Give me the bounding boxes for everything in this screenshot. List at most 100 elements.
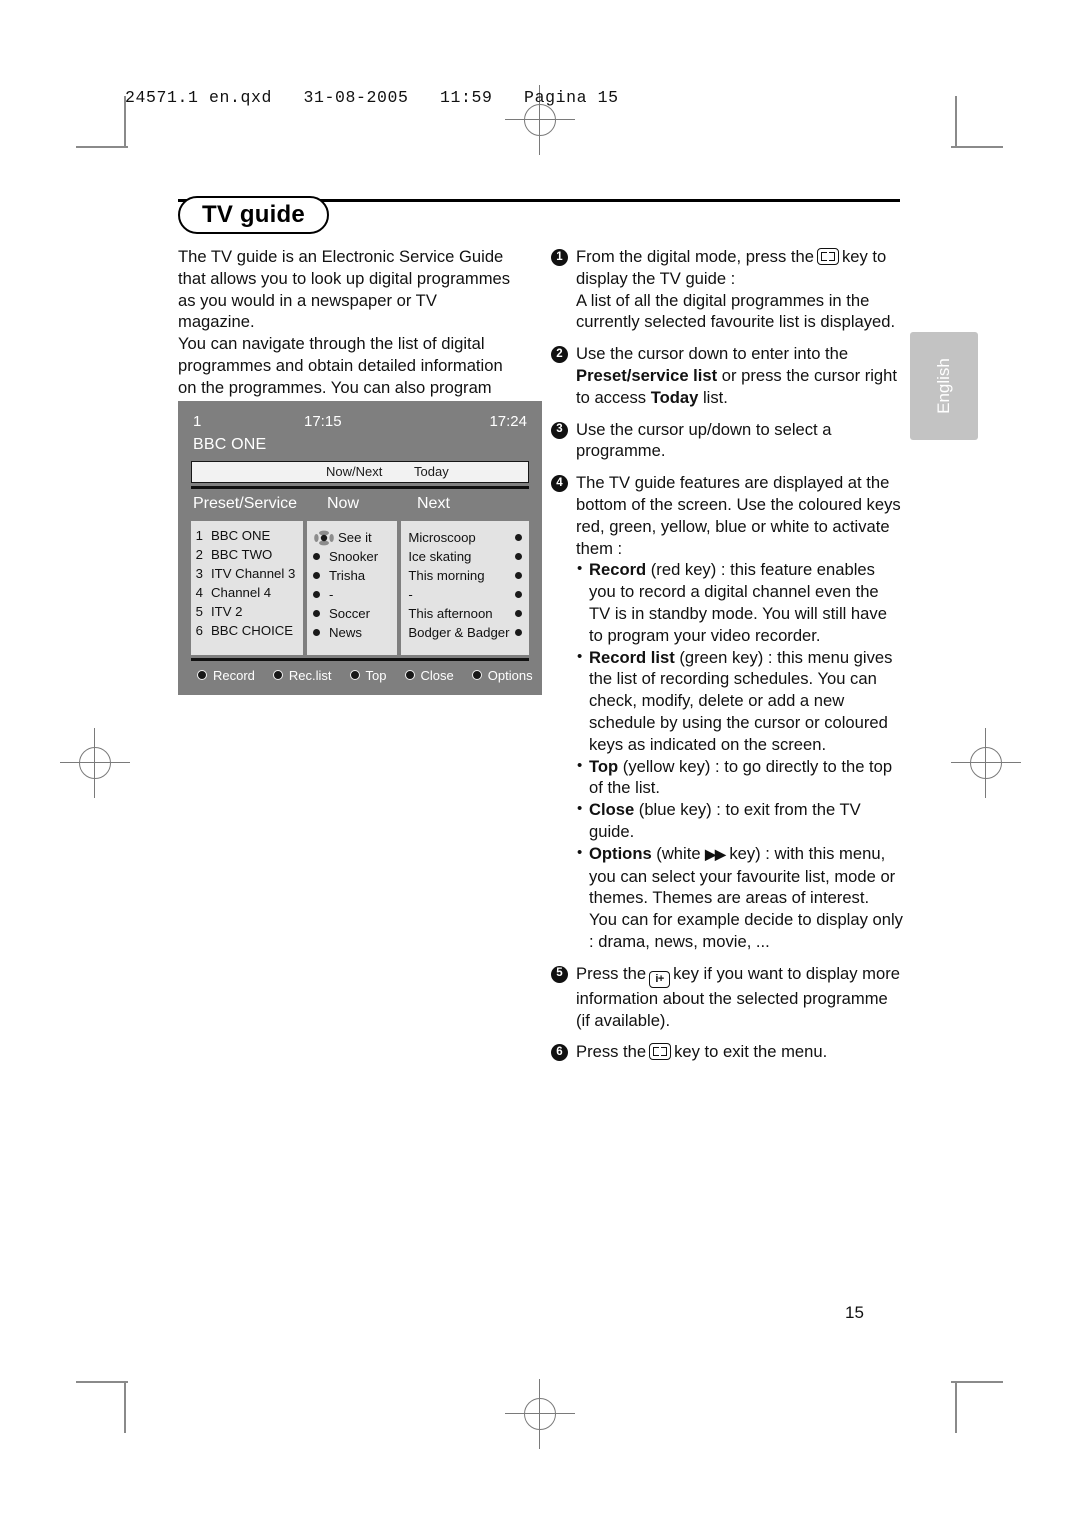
page-number: 15 (845, 1303, 864, 1322)
colour-key-label: Top (365, 667, 387, 683)
list-item[interactable]: This morning (401, 566, 529, 585)
list-item[interactable]: Ice skating (401, 547, 529, 566)
table-row[interactable]: 4 Channel 4 (191, 585, 303, 604)
tab-now-next[interactable]: Now/Next (326, 464, 382, 479)
now-programme: - (328, 587, 334, 602)
dot-icon (312, 591, 320, 598)
now-column: See it Snooker Trisha - Soccer News (306, 521, 398, 655)
colour-key-rec-list[interactable]: Rec.list (272, 667, 332, 683)
tv-guide-time-start: 17:15 (304, 413, 342, 430)
step-body: Press the i+ key if you want to display mo… (576, 963, 903, 1032)
bullet-record: Record (red key) : this feature enables … (576, 558, 903, 646)
step-2-bold-today: Today (650, 387, 699, 407)
rec-list-key-dot-icon (272, 670, 283, 680)
table-row[interactable]: 6 BBC CHOICE (191, 623, 303, 642)
step-2-post: list. (698, 387, 728, 407)
tv-guide-tab-underline (191, 486, 529, 489)
info-key-icon: i+ (649, 970, 671, 988)
step-5: 5 Press the i+ key if you want to display … (551, 963, 903, 1032)
list-item[interactable]: News (307, 623, 397, 642)
list-item[interactable]: Snooker (307, 547, 397, 566)
colour-key-label: Options (487, 667, 533, 683)
intro-paragraph-1: The TV guide is an Electronic Service Gu… (178, 247, 511, 332)
list-item[interactable]: This afternoon (401, 604, 529, 623)
list-item[interactable]: - (401, 585, 529, 604)
colour-key-top[interactable]: Top (349, 667, 387, 683)
next-programme: This afternoon (408, 606, 493, 621)
bullet-top-text: (yellow key) : to go directly to the top… (589, 756, 893, 798)
step-2: 2 Use the cursor down to enter into the … (551, 343, 903, 408)
dot-icon (515, 572, 522, 579)
list-item[interactable]: Microscoop (401, 528, 529, 547)
dot-icon (515, 591, 522, 598)
step-body: Use the cursor down to enter into the Pr… (576, 343, 903, 408)
coloured-key-bullets: Record (red key) : this feature enables … (576, 558, 903, 953)
tv-guide-tab-bar[interactable]: Now/Next Today (191, 461, 529, 483)
list-item[interactable]: Soccer (307, 604, 397, 623)
step-number-badge: 5 (551, 965, 568, 983)
now-programme: Soccer (328, 606, 371, 621)
table-row[interactable]: 1 BBC ONE (191, 528, 303, 547)
bullet-options: Options (white ▶▶ key) : with this menu,… (576, 842, 903, 953)
close-key-dot-icon (404, 670, 415, 680)
preset-number: 3 (195, 566, 203, 581)
tv-guide-channel-name: BBC ONE (193, 436, 267, 453)
language-tab: English (910, 332, 978, 440)
step-4-lead: The TV guide features are displayed at t… (576, 473, 901, 558)
step-number-badge: 1 (551, 249, 568, 266)
list-item[interactable]: See it (307, 528, 397, 547)
table-row[interactable]: 2 BBC TWO (191, 547, 303, 566)
preset-number: 2 (195, 547, 203, 562)
preset-number: 4 (195, 585, 203, 600)
tv-guide-screen: 1 17:15 17:24 BBC ONE Now/Next Today Pre… (178, 401, 542, 695)
tab-today[interactable]: Today (414, 464, 449, 479)
colour-key-close[interactable]: Close (404, 667, 454, 683)
next-programme: Bodger & Badger (408, 625, 510, 640)
step-1-line-b: A list of all the digital programmes in … (576, 290, 896, 332)
tv-guide-key-icon (816, 248, 839, 265)
step-6-post: key to exit the menu. (674, 1042, 828, 1062)
bullet-top-label: Top (589, 756, 619, 776)
bullet-record-list: Record list (green key) : this menu give… (576, 646, 903, 756)
step-1-text-pre: From the digital mode, press the (576, 247, 814, 266)
colour-key-record[interactable]: Record (197, 668, 255, 683)
preset-number: 6 (195, 623, 203, 638)
step-body: Press the key to exit the menu. (576, 1041, 903, 1063)
step-1: 1 From the digital mode, press the key to… (551, 246, 903, 333)
table-row[interactable]: 3 ITV Channel 3 (191, 566, 303, 585)
next-programme: This morning (408, 568, 485, 583)
now-programme: News (328, 625, 362, 640)
step-2-pre: Use the cursor down to enter into the (576, 344, 849, 364)
step-5-text: Press the i+ key if you want to display mo… (576, 963, 903, 1032)
list-item[interactable]: Trisha (307, 566, 397, 585)
step-2-bold-preset-service-list: Preset/service list (576, 365, 718, 385)
page-canvas: 24571.1 en.qxd 31-08-2005 11:59 Pagina 1… (0, 0, 1080, 1528)
dot-icon (515, 553, 522, 560)
list-item[interactable]: Bodger & Badger (401, 623, 529, 642)
preset-number: 1 (195, 528, 203, 543)
step-3: 3 Use the cursor up/down to select a pro… (551, 419, 903, 463)
top-key-dot-icon (349, 670, 360, 680)
record-key-dot-icon (197, 670, 207, 680)
colour-key-label: Close (420, 667, 454, 683)
step-number-badge: 6 (551, 1044, 568, 1062)
tv-guide-column-headers: Preset/Service Now Next (191, 493, 529, 521)
tv-guide-colour-key-bar: Record Rec.list Top Close Options (191, 661, 533, 689)
dot-icon (312, 572, 320, 579)
column-header-next: Next (417, 495, 450, 512)
bullet-options-label: Options (589, 843, 652, 863)
colour-key-options[interactable]: Options (471, 667, 533, 683)
colour-key-label: Rec.list (288, 667, 332, 683)
step-number-badge: 2 (551, 346, 568, 364)
list-item[interactable]: - (307, 585, 397, 604)
step-6-pre: Press the (576, 1042, 647, 1062)
dot-icon (515, 629, 522, 636)
step-1-line-a: From the digital mode, press the key to d… (576, 246, 903, 290)
next-programme: Ice skating (408, 549, 472, 564)
bullet-top: Top (yellow key) : to go directly to the… (576, 755, 903, 800)
next-programme: - (408, 587, 413, 602)
tv-guide-preset-number: 1 (193, 413, 202, 430)
instruction-steps: 1 From the digital mode, press the key to… (551, 246, 903, 1073)
now-programme: Trisha (328, 568, 366, 583)
table-row[interactable]: 5 ITV 2 (191, 604, 303, 623)
